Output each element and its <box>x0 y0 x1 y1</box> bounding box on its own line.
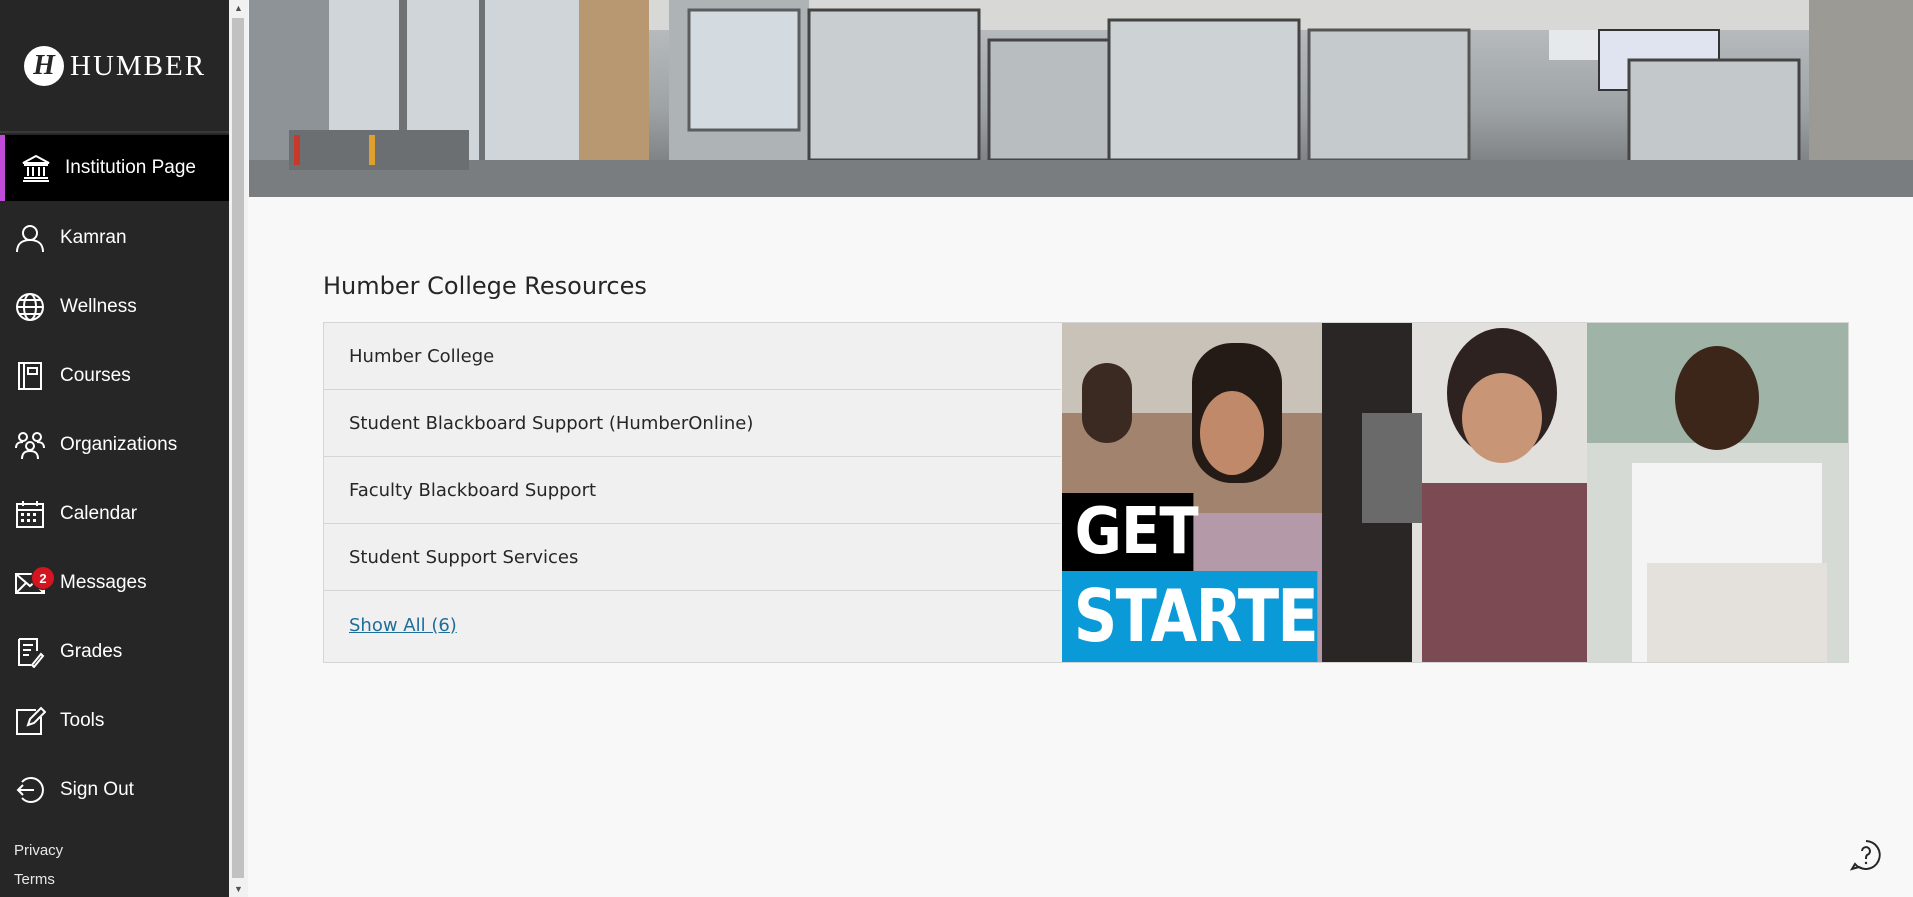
show-all-label[interactable]: Show All (6) <box>349 615 457 636</box>
courses-icon <box>14 360 46 392</box>
section-title: Humber College Resources <box>323 272 647 300</box>
help-icon[interactable] <box>1849 838 1883 872</box>
resources-module: Humber College Student Blackboard Suppor… <box>323 322 1849 663</box>
nav-label-tools: Tools <box>60 709 105 731</box>
nav-item-grades[interactable]: Grades <box>0 619 229 684</box>
resource-link-label: Faculty Blackboard Support <box>349 479 597 501</box>
terms-link[interactable]: Terms <box>14 865 63 894</box>
nav-label-calendar: Calendar <box>60 502 138 524</box>
nav-item-courses[interactable]: Courses <box>0 343 229 408</box>
nav-label-messages: Messages <box>60 571 147 593</box>
nav-label-wellness: Wellness <box>60 295 137 317</box>
show-all-link[interactable]: Show All (6) <box>324 591 1061 659</box>
resources-link-list: Humber College Student Blackboard Suppor… <box>324 323 1061 662</box>
humber-logo-mark: H <box>24 46 64 86</box>
resource-link-label: Student Blackboard Support (HumberOnline… <box>349 412 754 434</box>
user-icon <box>14 222 46 254</box>
get-started-text-block: GET STARTED <box>1062 323 1848 662</box>
nav-item-profile[interactable]: Kamran <box>0 205 229 270</box>
globe-icon <box>14 291 46 323</box>
nav-item-sign-out[interactable]: Sign Out <box>0 757 229 822</box>
nav-label-profile: Kamran <box>60 226 127 248</box>
resource-link-student-support-services[interactable]: Student Support Services <box>324 524 1061 591</box>
resource-link-label: Humber College <box>349 345 495 367</box>
grades-icon <box>14 636 46 668</box>
sidebar-scrollbar[interactable]: ▲ ▼ <box>229 0 248 897</box>
resource-link-humber-college[interactable]: Humber College <box>324 323 1061 390</box>
nav-label-grades: Grades <box>60 640 123 662</box>
nav-label-institution-page: Institution Page <box>65 157 196 178</box>
tools-icon <box>14 705 46 737</box>
institution-icon <box>20 152 52 184</box>
sign-out-icon <box>14 774 46 806</box>
scroll-down-arrow-icon[interactable]: ▼ <box>229 881 248 897</box>
nav-item-messages[interactable]: 2 Messages <box>0 550 229 615</box>
scroll-thumb[interactable] <box>232 18 244 878</box>
organizations-icon <box>14 429 46 461</box>
resource-link-faculty-blackboard-support[interactable]: Faculty Blackboard Support <box>324 457 1061 524</box>
nav-item-wellness[interactable]: Wellness <box>0 274 229 339</box>
resource-link-label: Student Support Services <box>349 546 579 568</box>
nav-item-calendar[interactable]: Calendar <box>0 481 229 546</box>
get-label-block: GET <box>1062 493 1199 571</box>
nav-item-organizations[interactable]: Organizations <box>0 412 229 477</box>
resource-link-student-blackboard-support[interactable]: Student Blackboard Support (HumberOnline… <box>324 390 1061 457</box>
privacy-link[interactable]: Privacy <box>14 836 63 865</box>
institution-banner-image <box>249 0 1913 197</box>
sidebar: H HUMBER Institution Page Kamran Wellnes… <box>0 0 229 897</box>
nav-divider <box>0 131 229 133</box>
calendar-icon <box>14 498 46 530</box>
nav-label-sign-out: Sign Out <box>60 778 134 800</box>
nav-item-tools[interactable]: Tools <box>0 688 229 753</box>
messages-badge: 2 <box>31 566 55 590</box>
started-label-block: STARTED <box>1062 571 1318 662</box>
nav-label-courses: Courses <box>60 364 131 386</box>
scroll-up-arrow-icon[interactable]: ▲ <box>229 0 248 16</box>
get-started-promo-image[interactable]: GET STARTED <box>1062 323 1848 662</box>
nav-label-organizations: Organizations <box>60 433 178 455</box>
main-nav: Institution Page Kamran Wellness Courses… <box>0 135 229 826</box>
humber-logo[interactable]: H HUMBER <box>24 44 206 88</box>
nav-item-institution-page[interactable]: Institution Page <box>0 135 229 201</box>
humber-logo-text: HUMBER <box>70 49 207 82</box>
sidebar-footer: Privacy Terms <box>14 836 63 894</box>
